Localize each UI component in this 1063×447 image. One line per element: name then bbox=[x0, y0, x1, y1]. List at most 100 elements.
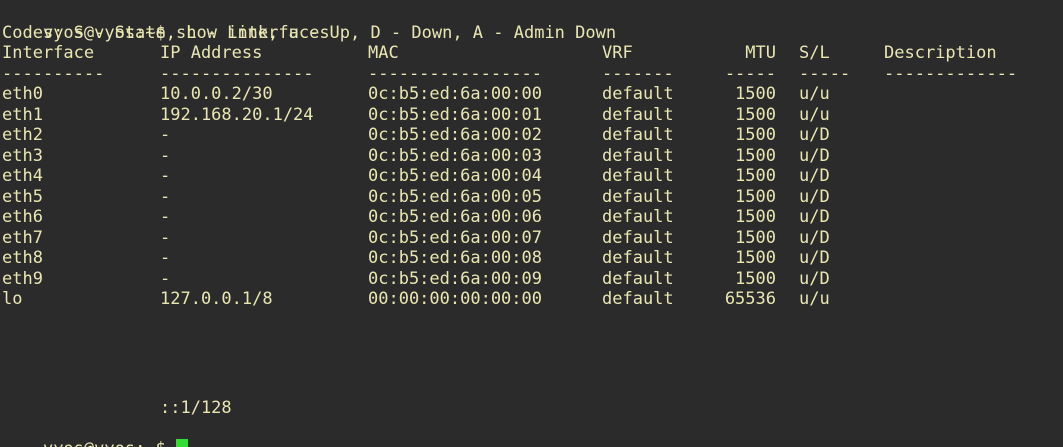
cell-sl: u/D bbox=[799, 227, 830, 248]
cell-mtu: 1500 bbox=[735, 248, 776, 268]
cell-interface: eth7 bbox=[2, 227, 43, 248]
separator-mtu: ----- bbox=[724, 63, 776, 84]
cell-vrf: default bbox=[602, 289, 674, 309]
table-row: eth4 - 0c:b5:ed:6a:00:04 default 1500 u/D bbox=[2, 166, 1062, 187]
cell-vrf: default bbox=[602, 145, 674, 166]
cell-sl: u/D bbox=[799, 268, 830, 289]
cell-sl: u/D bbox=[799, 125, 830, 145]
cell-sl: u/D bbox=[799, 166, 830, 186]
separator-sl: ----- bbox=[799, 63, 851, 84]
cell-vrf: default bbox=[602, 84, 674, 104]
table-row: eth5 - 0c:b5:ed:6a:00:05 default 1500 u/D bbox=[2, 187, 1062, 208]
header-vrf: VRF bbox=[602, 43, 633, 63]
cell-mac: 0c:b5:ed:6a:00:01 bbox=[368, 104, 542, 125]
cell-ip-address: 127.0.0.1/8 bbox=[160, 289, 273, 309]
cell-ip-address: - bbox=[160, 227, 171, 248]
table-row: eth8 - 0c:b5:ed:6a:00:08 default 1500 u/D bbox=[2, 248, 1062, 269]
lo-extra-address-row: ::1/128 bbox=[2, 398, 1062, 419]
cell-mac: 0c:b5:ed:6a:00:09 bbox=[368, 268, 542, 289]
cell-mtu: 1500 bbox=[735, 186, 776, 207]
cell-mtu: 1500 bbox=[735, 104, 776, 125]
table-row: eth7 - 0c:b5:ed:6a:00:07 default 1500 u/D bbox=[2, 228, 1062, 249]
cell-vrf: default bbox=[602, 227, 674, 248]
cell-ip-address: 192.168.20.1/24 bbox=[160, 104, 314, 125]
cell-vrf: default bbox=[602, 125, 674, 145]
table-row: eth2 - 0c:b5:ed:6a:00:02 default 1500 u/D bbox=[2, 125, 1062, 146]
separator-ip-address: --------------- bbox=[160, 63, 314, 84]
cell-ip-address: - bbox=[160, 166, 171, 186]
cell-interface: eth1 bbox=[2, 104, 43, 125]
cell-sl: u/D bbox=[799, 186, 830, 207]
cell-mac: 0c:b5:ed:6a:00:05 bbox=[368, 186, 542, 207]
cell-vrf: default bbox=[602, 104, 674, 125]
cell-mac: 0c:b5:ed:6a:00:07 bbox=[368, 227, 542, 248]
cell-interface: eth5 bbox=[2, 186, 43, 207]
header-interface: Interface bbox=[2, 43, 95, 63]
cell-mac: 0c:b5:ed:6a:00:00 bbox=[368, 84, 542, 104]
cell-sl: u/D bbox=[799, 207, 830, 227]
cell-sl: u/u bbox=[799, 289, 830, 309]
cell-vrf: default bbox=[602, 186, 674, 207]
cell-interface: eth2 bbox=[2, 125, 43, 145]
final-prompt: vyos@vyos:~$ bbox=[43, 439, 166, 447]
cell-interface: eth0 bbox=[2, 84, 43, 104]
cell-ip-address: - bbox=[160, 207, 171, 227]
cell-mtu: 1500 bbox=[735, 227, 776, 248]
table-separator: ---------- --------------- -------------… bbox=[2, 64, 1062, 85]
table-row: eth9 - 0c:b5:ed:6a:00:09 default 1500 u/D bbox=[2, 269, 1062, 290]
codes-legend: Codes: S - State, L - Link, u - Up, D - … bbox=[2, 22, 617, 43]
cell-ip-address: - bbox=[160, 268, 171, 289]
cell-interface: eth9 bbox=[2, 268, 43, 289]
cell-interface: lo bbox=[2, 289, 23, 309]
cell-sl: u/u bbox=[799, 104, 830, 125]
cell-ip-address: - bbox=[160, 125, 171, 145]
table-header: Interface IP Address MAC VRF MTU S/L Des… bbox=[2, 43, 1062, 64]
cell-interface: eth6 bbox=[2, 207, 43, 227]
separator-description: ------------- bbox=[884, 63, 1018, 84]
header-description: Description bbox=[884, 43, 997, 63]
cursor[interactable] bbox=[176, 438, 189, 447]
header-mtu: MTU bbox=[745, 43, 776, 63]
separator-interface: ---------- bbox=[2, 63, 105, 84]
cell-ip-address: - bbox=[160, 186, 171, 207]
cell-interface: eth4 bbox=[2, 166, 43, 186]
cell-ip-address: 10.0.0.2/30 bbox=[160, 84, 273, 104]
cell-mtu: 65536 bbox=[724, 289, 776, 309]
table-row: eth3 - 0c:b5:ed:6a:00:03 default 1500 u/D bbox=[2, 146, 1062, 167]
cell-mac: 00:00:00:00:00:00 bbox=[368, 289, 542, 309]
cell-ip-address: - bbox=[160, 145, 171, 166]
cell-mtu: 1500 bbox=[735, 125, 776, 145]
cell-mtu: 1500 bbox=[735, 268, 776, 289]
cell-sl: u/u bbox=[799, 84, 830, 104]
cell-sl: u/D bbox=[799, 145, 830, 166]
cell-mtu: 1500 bbox=[735, 145, 776, 166]
cell-mac: 0c:b5:ed:6a:00:04 bbox=[368, 166, 542, 186]
cell-mac: 0c:b5:ed:6a:00:02 bbox=[368, 125, 542, 145]
cell-ip-address: - bbox=[160, 248, 171, 268]
cell-mtu: 1500 bbox=[735, 166, 776, 186]
cell-mac: 0c:b5:ed:6a:00:06 bbox=[368, 207, 542, 227]
cell-mac: 0c:b5:ed:6a:00:08 bbox=[368, 248, 542, 268]
header-sl: S/L bbox=[799, 43, 830, 63]
cell-vrf: default bbox=[602, 268, 674, 289]
cell-interface: eth8 bbox=[2, 248, 43, 268]
command-line: vyos@vyos:~$ show interfaces bbox=[2, 2, 330, 43]
table-row: eth0 10.0.0.2/30 0c:b5:ed:6a:00:00 default 1… bbox=[2, 84, 1062, 105]
final-prompt-line: vyos@vyos:~$ bbox=[2, 418, 189, 447]
table-row: lo 127.0.0.1/8 00:00:00:00:00:00 default 655… bbox=[2, 289, 1062, 310]
extra-ip-address: ::1/128 bbox=[160, 397, 232, 418]
cell-sl: u/D bbox=[799, 248, 830, 268]
cell-mac: 0c:b5:ed:6a:00:03 bbox=[368, 145, 542, 166]
cell-vrf: default bbox=[602, 248, 674, 268]
terminal-window[interactable]: vyos@vyos:~$ show interfaces Codes: S - … bbox=[0, 0, 1063, 447]
cell-interface: eth3 bbox=[2, 145, 43, 166]
separator-vrf: ------- bbox=[602, 63, 674, 84]
header-ip-address: IP Address bbox=[160, 43, 263, 63]
table-row: eth6 - 0c:b5:ed:6a:00:06 default 1500 u/D bbox=[2, 207, 1062, 228]
cell-vrf: default bbox=[602, 166, 674, 186]
cell-vrf: default bbox=[602, 207, 674, 227]
separator-mac: ----------------- bbox=[368, 63, 542, 84]
cell-mtu: 1500 bbox=[735, 207, 776, 227]
table-row: eth1 192.168.20.1/24 0c:b5:ed:6a:00:01 defa… bbox=[2, 105, 1062, 126]
cell-mtu: 1500 bbox=[735, 84, 776, 104]
